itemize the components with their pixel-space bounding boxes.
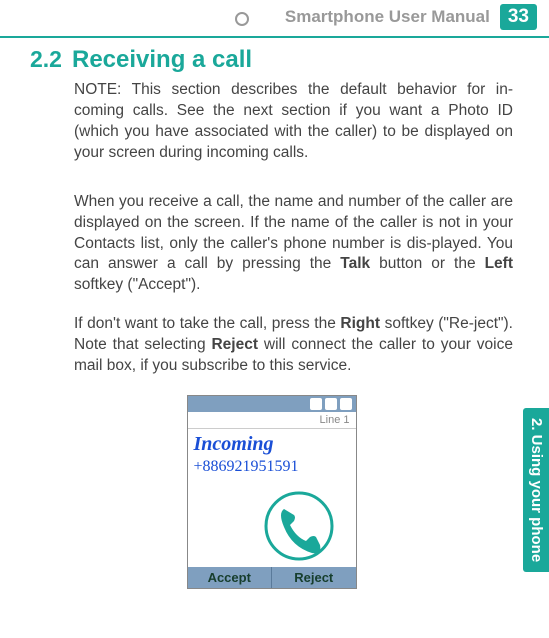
header-divider (0, 36, 549, 38)
incoming-call-label: Incoming (194, 433, 350, 456)
status-icon (340, 398, 352, 410)
page-content: 2.2 Receiving a call NOTE: This section … (0, 46, 549, 589)
bold-reject: Reject (211, 336, 258, 353)
section-title: Receiving a call (72, 46, 252, 74)
phone-softkey-bar: Accept Reject (188, 567, 356, 588)
note-paragraph: NOTE: This section describes the default… (74, 80, 513, 164)
caller-number: +886921951591 (194, 458, 350, 476)
phone-screenshot: Line 1 Incoming +886921951591 Accept Rej… (187, 395, 357, 589)
page-number-badge: 33 (500, 4, 537, 30)
phone-status-bar (188, 396, 356, 412)
header-decorative-circle (235, 12, 249, 26)
handset-icon (264, 491, 334, 561)
bold-left: Left (485, 255, 513, 272)
phone-line-label: Line 1 (188, 412, 356, 429)
accept-softkey[interactable]: Accept (188, 567, 273, 588)
body-text: If don't want to take the call, press th… (74, 315, 340, 332)
chapter-side-tab: 2. Using your phone (523, 408, 549, 572)
paragraph-reject: If don't want to take the call, press th… (74, 314, 513, 377)
manual-title: Smartphone User Manual (285, 7, 490, 27)
reject-softkey[interactable]: Reject (272, 567, 356, 588)
bold-right: Right (340, 315, 380, 332)
section-heading: 2.2 Receiving a call (30, 46, 513, 74)
bold-talk: Talk (340, 255, 370, 272)
body-text: button or the (370, 255, 484, 272)
phone-screen-body: Incoming +886921951591 (188, 429, 356, 567)
paragraph-receive: When you receive a call, the name and nu… (74, 192, 513, 297)
body-text: softkey ("Accept"). (74, 276, 200, 293)
status-icon (325, 398, 337, 410)
status-icon (310, 398, 322, 410)
section-number: 2.2 (30, 46, 62, 73)
page-header: Smartphone User Manual 33 (0, 0, 549, 36)
body-text: NOTE: This section describes the default… (74, 81, 513, 161)
